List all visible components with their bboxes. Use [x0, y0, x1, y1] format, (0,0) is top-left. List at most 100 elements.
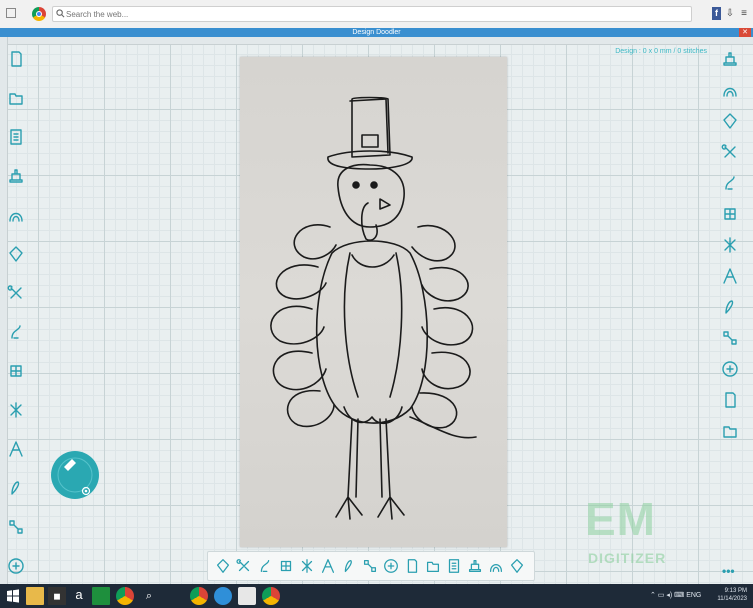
right-tool-globe[interactable]	[720, 421, 740, 441]
menu-icon[interactable]: ≡	[739, 7, 749, 20]
ghost-icon	[723, 268, 737, 284]
app-title: Design Doodler	[352, 29, 401, 36]
left-tool-document[interactable]	[6, 127, 26, 147]
left-tool-scissors[interactable]	[6, 283, 26, 303]
left-tool-shape-tool[interactable]	[6, 244, 26, 264]
bottom-tool-rotate[interactable]	[277, 557, 295, 575]
right-tool-square[interactable]	[720, 80, 740, 100]
amazon-icon[interactable]: a	[70, 587, 88, 605]
shape-tool-icon	[9, 246, 23, 262]
globe-icon	[723, 426, 737, 438]
file-explorer-icon[interactable]	[26, 587, 44, 605]
move-icon	[260, 559, 270, 573]
search-taskbar-icon[interactable]: ⌕	[140, 587, 158, 605]
right-tool-stitch-select[interactable]	[720, 173, 740, 193]
select-arrow-icon	[216, 559, 230, 573]
page-image-icon	[468, 559, 482, 573]
open-folder-icon	[9, 93, 23, 105]
document-icon	[10, 129, 22, 145]
facebook-icon[interactable]: f	[712, 7, 721, 20]
left-tool-color-picker[interactable]	[6, 556, 26, 576]
right-tool-ghost[interactable]	[720, 266, 740, 286]
page-settings-icon	[723, 331, 737, 345]
pen-tool-icon	[11, 481, 20, 495]
right-tool-layer-up[interactable]	[720, 204, 740, 224]
store-icon[interactable]	[92, 587, 110, 605]
bottom-tool-flip[interactable]	[424, 557, 442, 575]
embroidery-machine-icon	[9, 169, 23, 183]
puzzle-icon	[723, 113, 737, 129]
system-tray-icons[interactable]: ⌃ ▭ ◂) ⌨ ENG	[650, 587, 708, 605]
bottom-tool-transform[interactable]	[382, 557, 400, 575]
bottom-tool-move[interactable]	[256, 557, 274, 575]
color-picker-icon	[8, 558, 24, 574]
app-titlebar: Design Doodler ✕	[0, 28, 753, 37]
frame-icon	[723, 52, 737, 66]
right-tool-frame[interactable]	[720, 49, 740, 69]
left-tool-hoop[interactable]	[6, 205, 26, 225]
right-tool-page-settings[interactable]	[720, 328, 740, 348]
page-icon	[448, 559, 460, 573]
bottom-tool-select-arrow[interactable]	[214, 557, 232, 575]
taskbar-clock[interactable]: 9:13 PM 11/14/2023	[717, 587, 747, 603]
windows-start-icon[interactable]	[4, 587, 22, 605]
date-text: 11/14/2023	[717, 596, 747, 602]
app-icon[interactable]	[238, 587, 256, 605]
right-tool-align[interactable]	[720, 359, 740, 379]
bottom-tool-page[interactable]	[445, 557, 463, 575]
chrome-taskbar-icon[interactable]	[116, 587, 134, 605]
taskbar-app-icon[interactable]: ◼	[48, 587, 66, 605]
left-tool-fill-tool[interactable]	[6, 361, 26, 381]
color-wheel[interactable]	[50, 439, 100, 511]
left-tool-stitch-tool[interactable]	[6, 322, 26, 342]
left-tool-pen-tool[interactable]	[6, 478, 26, 498]
chrome-taskbar-icon-3[interactable]	[262, 587, 280, 605]
bottom-tool-measure[interactable]	[340, 557, 358, 575]
bottom-tool-page-image[interactable]	[466, 557, 484, 575]
new-file-icon	[11, 51, 22, 67]
bottom-tool-select-box[interactable]	[235, 557, 253, 575]
watermark-text: DIGITIZER	[588, 550, 667, 566]
search-icon	[56, 9, 65, 18]
chrome-taskbar-icon-2[interactable]	[190, 587, 208, 605]
bottom-tool-zoom[interactable]	[298, 557, 316, 575]
bottom-tool-mirror[interactable]	[403, 557, 421, 575]
close-button[interactable]: ✕	[739, 28, 751, 37]
square-icon	[723, 87, 737, 97]
fill-tool-icon	[10, 365, 22, 377]
left-tool-embroidery-machine[interactable]	[6, 166, 26, 186]
bottom-tool-page-cut[interactable]	[487, 557, 505, 575]
search-box[interactable]	[52, 6, 692, 22]
mirror-icon	[407, 559, 418, 573]
bottom-tool-monitor[interactable]	[508, 557, 526, 575]
resize-icon	[363, 559, 377, 573]
page-cut-icon	[489, 564, 503, 573]
edge-icon[interactable]	[214, 587, 232, 605]
pan-hand-icon	[321, 559, 335, 573]
right-tool-layers[interactable]	[720, 390, 740, 410]
bottom-tool-pan-hand[interactable]	[319, 557, 337, 575]
bottom-tool-resize[interactable]	[361, 557, 379, 575]
bottom-toolbar	[207, 551, 535, 581]
more-options-icon[interactable]: •••	[722, 564, 735, 578]
chrome-icon[interactable]	[32, 7, 46, 21]
search-input[interactable]	[66, 7, 666, 21]
right-tool-puzzle[interactable]	[720, 111, 740, 131]
design-canvas[interactable]: Design : 0 x 0 mm / 0 stitches EM DIGITI…	[0, 37, 753, 584]
left-tool-new-file[interactable]	[6, 49, 26, 69]
left-tool-open-folder[interactable]	[6, 88, 26, 108]
layer-down-icon	[724, 237, 736, 253]
imported-image[interactable]	[240, 57, 507, 547]
left-tool-text-letter[interactable]	[6, 439, 26, 459]
design-info: Design : 0 x 0 mm / 0 stitches	[615, 48, 707, 55]
zoom-icon	[301, 559, 313, 573]
right-tool-grid-pattern[interactable]	[720, 142, 740, 162]
window-menu-icon[interactable]	[6, 8, 16, 18]
select-box-icon	[236, 559, 250, 572]
right-tool-lock[interactable]	[720, 297, 740, 317]
left-tool-node-edit[interactable]	[6, 517, 26, 537]
right-tool-layer-down[interactable]	[720, 235, 740, 255]
left-tool-cross-stitch[interactable]	[6, 400, 26, 420]
time-text: 9:13 PM	[724, 588, 747, 594]
download-icon[interactable]: ⇩	[725, 7, 735, 20]
